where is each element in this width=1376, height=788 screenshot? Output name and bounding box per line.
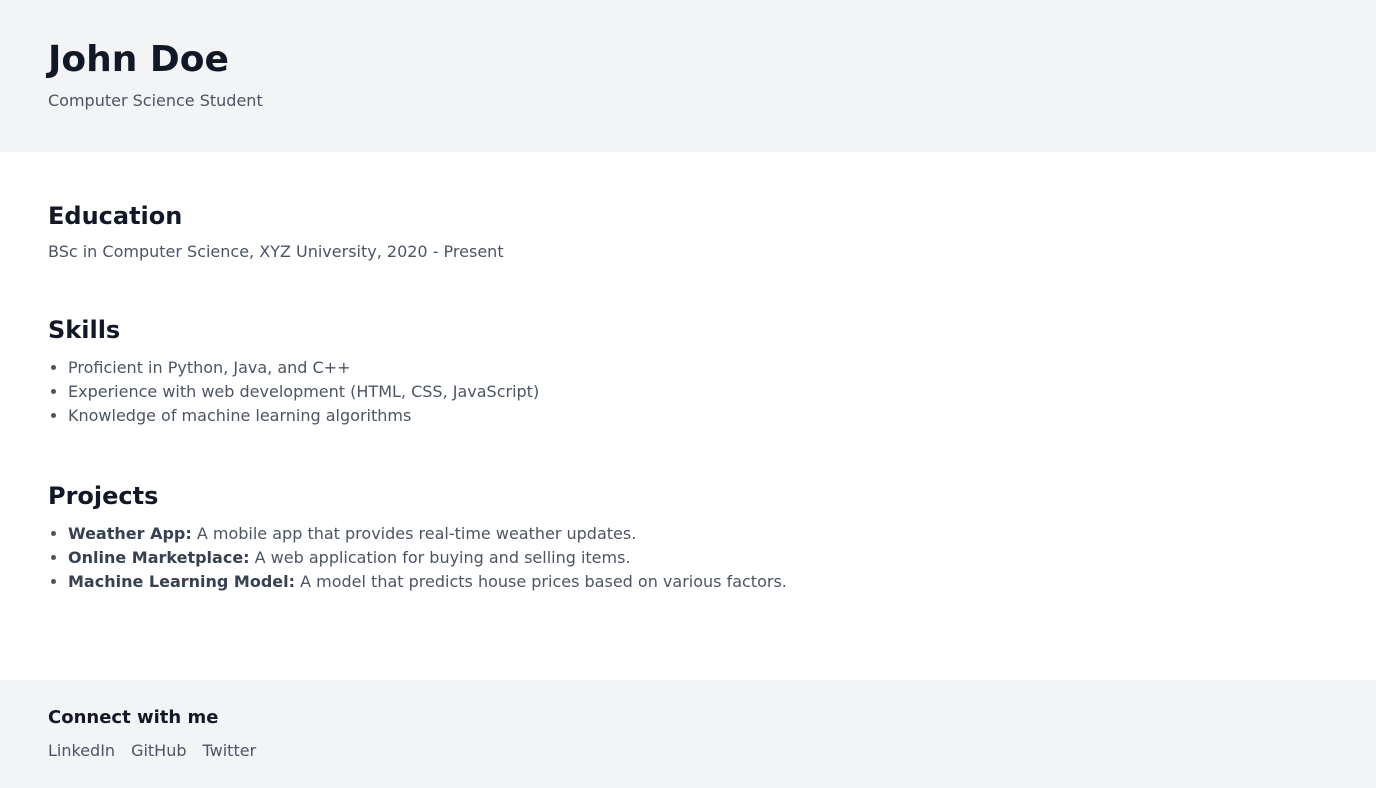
list-item: Knowledge of machine learning algorithms (68, 404, 1328, 428)
projects-heading: Projects (48, 482, 159, 510)
skills-heading: Skills (48, 316, 121, 344)
project-description: A mobile app that provides real-time wea… (191, 524, 637, 543)
main-content: Education BSc in Computer Science, XYZ U… (0, 152, 1376, 680)
education-heading: Education (48, 202, 183, 230)
project-title: Weather App: (68, 524, 192, 543)
footer-title: Connect with me (48, 707, 219, 728)
list-item: Online Marketplace: A web application fo… (68, 546, 1328, 570)
project-title: Machine Learning Model: (68, 572, 296, 591)
skills-list: Proficient in Python, Java, and C++ Expe… (48, 356, 1328, 428)
subtitle: Computer Science Student (48, 91, 263, 110)
resume-page: John Doe Computer Science Student Educat… (0, 0, 1376, 788)
list-item: Proficient in Python, Java, and C++ (68, 356, 1328, 380)
education-section: Education BSc in Computer Science, XYZ U… (48, 200, 1328, 262)
twitter-link[interactable]: Twitter (203, 741, 257, 761)
project-description: A model that predicts house prices based… (295, 572, 787, 591)
linkedin-link[interactable]: LinkedIn (48, 741, 115, 761)
social-links: LinkedIn GitHub Twitter (48, 741, 1328, 761)
education-entry: BSc in Computer Science, XYZ University,… (48, 242, 504, 261)
page-title: John Doe (48, 39, 229, 80)
header: John Doe Computer Science Student (0, 0, 1376, 152)
footer: Connect with me LinkedIn GitHub Twitter (0, 680, 1376, 788)
list-item: Machine Learning Model: A model that pre… (68, 570, 1328, 594)
projects-section: Projects Weather App: A mobile app that … (48, 480, 1328, 594)
github-link[interactable]: GitHub (131, 741, 186, 761)
project-description: A web application for buying and selling… (249, 548, 631, 567)
projects-list: Weather App: A mobile app that provides … (48, 522, 1328, 594)
list-item: Weather App: A mobile app that provides … (68, 522, 1328, 546)
skills-section: Skills Proficient in Python, Java, and C… (48, 314, 1328, 428)
project-title: Online Marketplace: (68, 548, 250, 567)
list-item: Experience with web development (HTML, C… (68, 380, 1328, 404)
